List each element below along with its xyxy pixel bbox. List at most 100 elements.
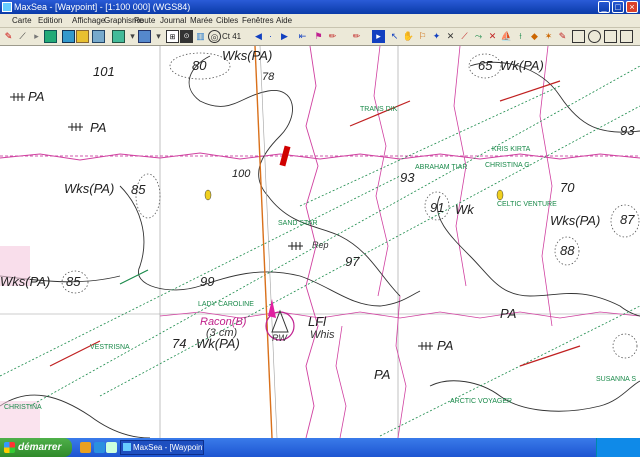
depth-label: 99 bbox=[200, 274, 215, 289]
ruler-icon[interactable]: ▥ bbox=[194, 30, 207, 43]
zone-boundary bbox=[335, 325, 347, 438]
zoom-in-icon[interactable]: ▶ bbox=[278, 30, 291, 43]
circle-icon[interactable] bbox=[588, 30, 601, 43]
maxsea-icon bbox=[123, 443, 131, 451]
route-icon[interactable]: ⚑ bbox=[312, 30, 325, 43]
measure-icon[interactable]: ⟊ bbox=[514, 30, 527, 43]
depth-label: 100 bbox=[232, 168, 251, 180]
boat-icon[interactable]: ⛵ bbox=[500, 30, 513, 43]
yellow-mark bbox=[204, 189, 212, 201]
window-title: MaxSea - [Waypoint] - [1:100 000] (WGS84… bbox=[14, 2, 191, 12]
ais-target-label[interactable]: CHRISTINA bbox=[4, 404, 42, 411]
overlay-icon[interactable] bbox=[92, 30, 105, 43]
desktop-quicklaunch-icon[interactable] bbox=[106, 442, 117, 453]
pencil-icon[interactable]: ✎ bbox=[2, 30, 15, 43]
flag-icon[interactable]: ⚐ bbox=[416, 30, 429, 43]
ais-track bbox=[29, 65, 640, 407]
depth-label: 74 bbox=[172, 336, 187, 351]
track-icon[interactable]: ⤳ bbox=[472, 30, 485, 43]
ais-target-label[interactable]: CHRISTINA G bbox=[485, 162, 530, 169]
grid-icon[interactable] bbox=[44, 30, 57, 43]
window-icon[interactable] bbox=[572, 30, 585, 43]
pen-icon[interactable]: ✎ bbox=[556, 30, 569, 43]
fish-icon[interactable]: ◆ bbox=[528, 30, 541, 43]
ais-target-label[interactable]: ABRAHAM TIAR bbox=[415, 164, 467, 171]
menu-cibles[interactable]: Cibles bbox=[216, 14, 238, 28]
menu-bar: Carte Edition Affichage Graphisme Route … bbox=[0, 14, 640, 28]
event-icon[interactable]: ✕ bbox=[486, 30, 499, 43]
heading-line bbox=[499, 80, 561, 102]
ais-track bbox=[379, 305, 640, 437]
pa-label: PA bbox=[437, 338, 454, 353]
square-icon[interactable] bbox=[604, 30, 617, 43]
ais-target-label[interactable]: SAND STAR bbox=[278, 220, 318, 227]
zoom-reset-icon[interactable]: · bbox=[264, 30, 277, 43]
select-icon[interactable]: ↖ bbox=[388, 30, 401, 43]
menu-maree[interactable]: Marée bbox=[190, 14, 213, 28]
browser-quicklaunch-icon[interactable] bbox=[94, 442, 105, 453]
wreck-label: Wk(PA) bbox=[500, 58, 544, 73]
ais-target-label[interactable]: TRANS DIK bbox=[360, 106, 397, 113]
menu-edition[interactable]: Edition bbox=[38, 14, 62, 28]
layers-icon[interactable] bbox=[138, 30, 151, 43]
zoom-level: Ct 41 bbox=[222, 32, 242, 41]
mark-icon[interactable]: ✕ bbox=[444, 30, 457, 43]
pa-label: PA bbox=[500, 306, 517, 321]
menu-affichage[interactable]: Affichage bbox=[72, 14, 105, 28]
depth-label: 78 bbox=[262, 71, 275, 83]
draw-red-icon[interactable]: ✏ bbox=[326, 30, 339, 43]
bird-icon[interactable]: ✶ bbox=[542, 30, 555, 43]
chart-layer-icon[interactable] bbox=[62, 30, 75, 43]
ais-target-label[interactable]: LADY CAROLINE bbox=[198, 301, 254, 308]
depth-contour bbox=[469, 61, 640, 133]
depth-contour bbox=[119, 185, 421, 307]
ais-target-label[interactable]: KRIS KIRTA bbox=[492, 146, 530, 153]
depth-label: 85 bbox=[131, 182, 146, 197]
ais-target-label[interactable]: CELTIC VENTURE bbox=[497, 201, 557, 208]
dropdown2-icon[interactable]: ▾ bbox=[152, 30, 165, 43]
compass-icon[interactable]: ◎ bbox=[208, 30, 221, 43]
menu-route[interactable]: Route bbox=[134, 14, 155, 28]
wreck-symbol bbox=[418, 342, 433, 350]
depth-label: 91 bbox=[430, 200, 445, 215]
zone-boundary bbox=[0, 152, 640, 161]
racon-wavelength: (3 cm) bbox=[206, 327, 238, 339]
menu-fenetres[interactable]: Fenêtres bbox=[242, 14, 274, 28]
waypoint-icon[interactable]: ✦ bbox=[430, 30, 443, 43]
pa-label: PA bbox=[28, 89, 45, 104]
menu-journal[interactable]: Journal bbox=[160, 14, 186, 28]
route-margin bbox=[259, 46, 278, 438]
maximize-button[interactable]: □ bbox=[612, 1, 624, 13]
nautical-chart[interactable]: 101 80 78 65 93 100 85 93 70 91 87 97 88… bbox=[0, 46, 640, 438]
shoal-area bbox=[612, 333, 638, 359]
wreck-label: Wks(PA) bbox=[0, 274, 51, 289]
light-characteristic: LFl bbox=[308, 314, 327, 329]
line-icon[interactable]: ⟋ bbox=[458, 30, 471, 43]
panel-icon[interactable] bbox=[620, 30, 633, 43]
wreck-label: Wk bbox=[455, 202, 474, 217]
start-button[interactable]: démarrer bbox=[0, 438, 72, 457]
nav-prev-icon[interactable]: ⇤ bbox=[296, 30, 309, 43]
marker-icon[interactable]: ✏ bbox=[350, 30, 363, 43]
arrow-icon[interactable]: ▸ bbox=[30, 30, 43, 43]
menu-aide[interactable]: Aide bbox=[276, 14, 292, 28]
ais-target-label[interactable]: ARCTIC VOYAGER bbox=[450, 398, 512, 405]
yellow-mark bbox=[496, 189, 504, 201]
ais-target-label[interactable]: VESTRISNA bbox=[90, 344, 130, 351]
folder-quicklaunch-icon[interactable] bbox=[80, 442, 91, 453]
depth-label: 93 bbox=[620, 123, 635, 138]
depth-label: 85 bbox=[66, 274, 81, 289]
depth-label: 97 bbox=[345, 254, 360, 269]
hand-icon[interactable]: ✋ bbox=[402, 30, 415, 43]
ais-target-label[interactable]: SUSANNA S bbox=[596, 376, 636, 383]
weather-icon[interactable] bbox=[112, 30, 125, 43]
target-icon[interactable]: ⊙ bbox=[180, 30, 193, 43]
close-button[interactable]: × bbox=[626, 1, 638, 13]
folder-icon[interactable] bbox=[76, 30, 89, 43]
scale-icon[interactable]: ⊞ bbox=[166, 30, 179, 43]
ais-icon[interactable]: ▸ bbox=[372, 30, 385, 43]
draw-line-icon[interactable]: ⟋ bbox=[16, 30, 29, 43]
taskbar-item-maxsea[interactable]: MaxSea - [Waypoint] bbox=[120, 440, 204, 455]
minimize-button[interactable]: _ bbox=[598, 1, 610, 13]
menu-carte[interactable]: Carte bbox=[12, 14, 32, 28]
